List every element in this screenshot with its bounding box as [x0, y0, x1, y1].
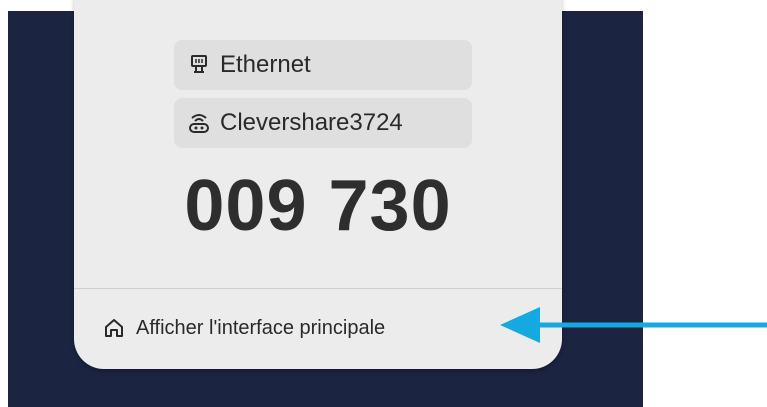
- ethernet-icon: [187, 53, 211, 77]
- home-icon: [103, 317, 125, 339]
- show-main-interface-label: Afficher l'interface principale: [136, 316, 386, 339]
- annotation-arrow-icon: [500, 307, 767, 343]
- screen-background: Ethernet Clevershare3724 009 730 Affiche…: [8, 0, 643, 407]
- divider: [74, 288, 562, 289]
- router-icon: [187, 111, 211, 135]
- network-name: Clevershare3724: [220, 109, 403, 136]
- network-chip: Clevershare3724: [174, 98, 472, 148]
- connection-label: Ethernet: [220, 51, 311, 78]
- connection-card: Ethernet Clevershare3724 009 730 Affiche…: [74, 0, 562, 369]
- pairing-code: 009 730: [184, 166, 452, 246]
- show-main-interface-button[interactable]: Afficher l'interface principale: [103, 308, 385, 348]
- connection-chip: Ethernet: [174, 40, 472, 90]
